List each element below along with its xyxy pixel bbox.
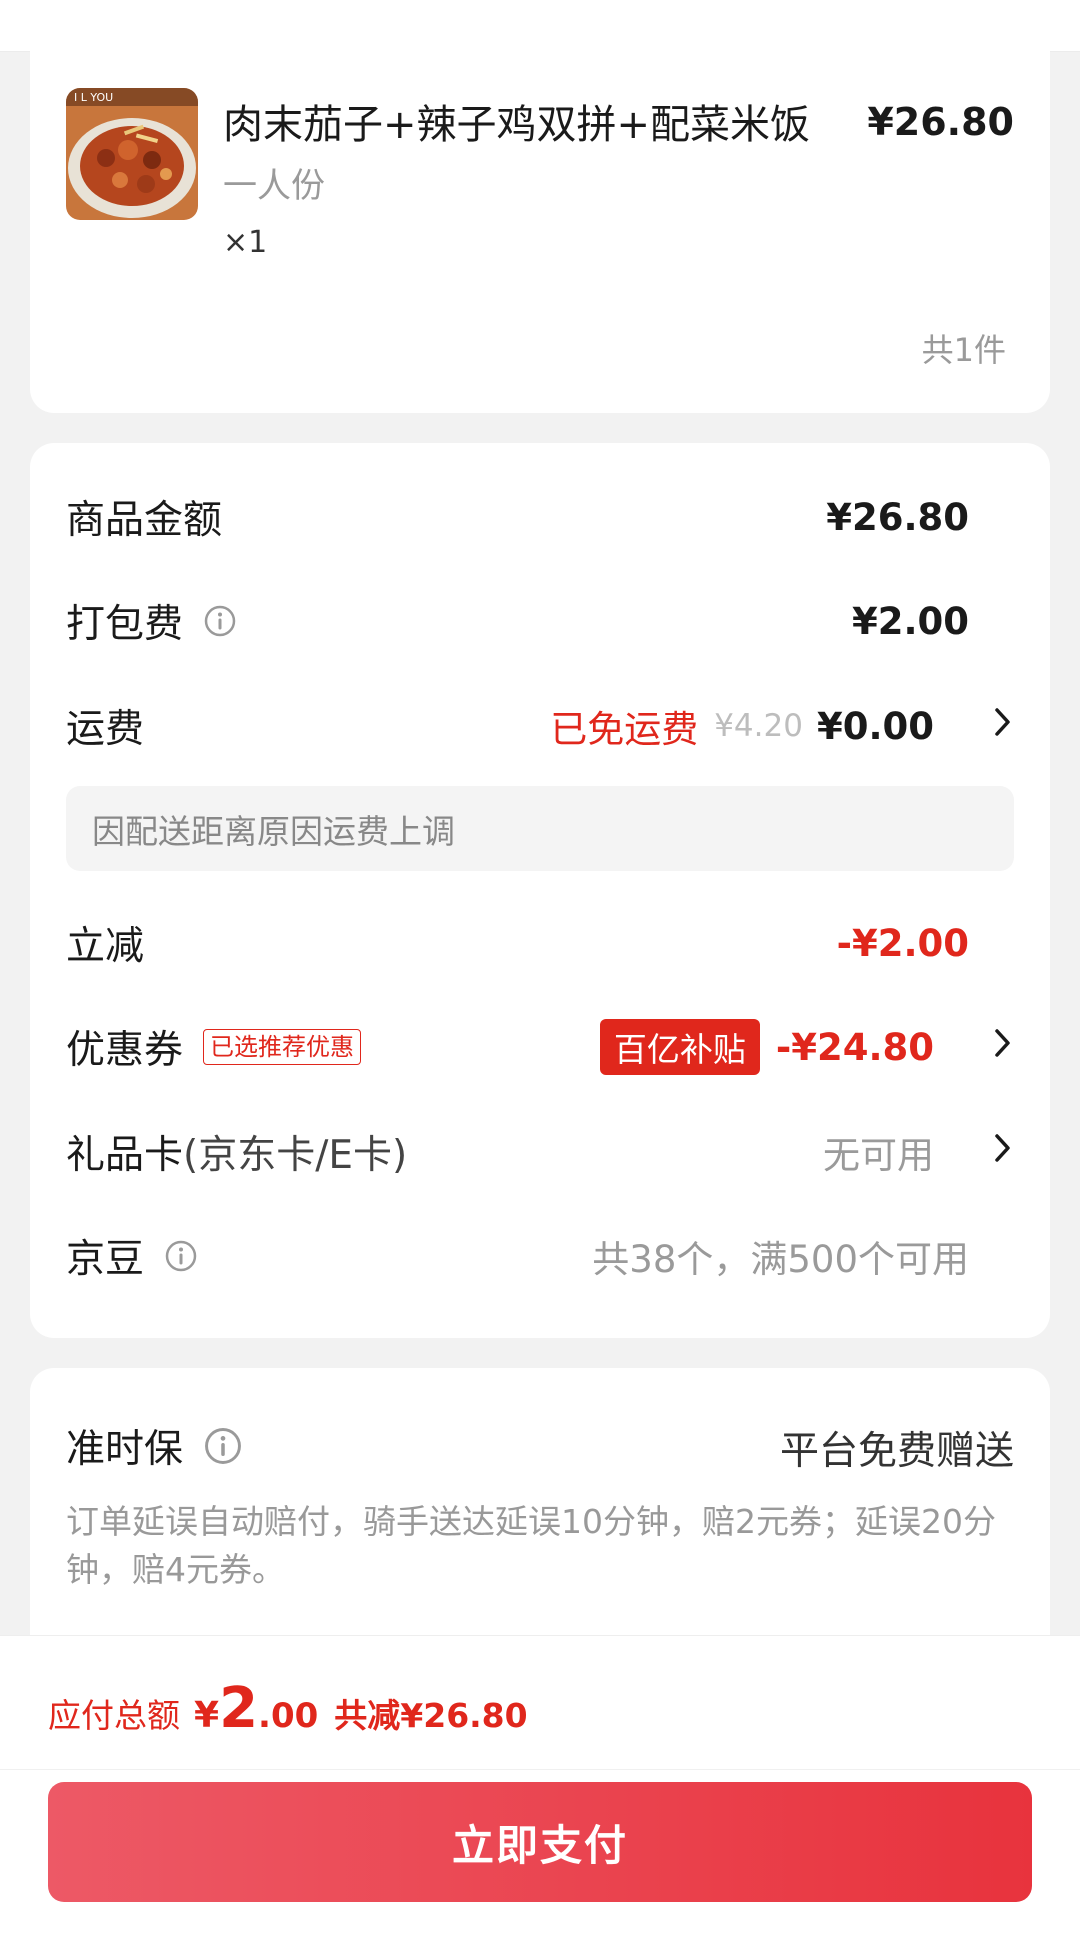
goods-amount-value: ¥26.80 (826, 495, 969, 539)
total-amount-line: 应付总额 ¥ 2 .00 共减¥26.80 (48, 1676, 528, 1741)
gift-card-value: 无可用 (823, 1134, 934, 1177)
info-icon[interactable] (164, 1239, 198, 1273)
packing-fee-label: 打包费 (66, 602, 184, 647)
chevron-right-icon[interactable] (992, 1025, 1014, 1069)
shipping-note: 因配送距离原因运费上调 (66, 786, 1014, 871)
info-icon[interactable] (203, 604, 237, 638)
gift-card-sublabel: (京东卡/E卡) (183, 1133, 408, 1178)
total-integer: 2 (219, 1676, 259, 1741)
instant-discount-value: -¥2.00 (836, 921, 969, 965)
product-spec: 一人份 (223, 166, 325, 206)
jd-beans-row: 京豆 共38个，满500个可用 (66, 1226, 1014, 1286)
shipping-fee-row[interactable]: 运费 已免运费 ¥4.20 ¥0.00 (66, 696, 1014, 756)
coupon-label: 优惠券 (66, 1028, 184, 1073)
shipping-fee-value: ¥0.00 (816, 704, 934, 748)
total-label: 应付总额 (48, 1696, 180, 1735)
product-image: I L YOU (66, 88, 198, 220)
coupon-row[interactable]: 优惠券 已选推荐优惠 百亿补贴 -¥24.80 (66, 1017, 1014, 1077)
product-name: 肉末茄子+辣子鸡双拼+配菜米饭 (223, 102, 811, 148)
goods-amount-row: 商品金额 ¥26.80 (66, 487, 1014, 547)
shipping-fee-label: 运费 (66, 707, 145, 752)
ontime-description: 订单延误自动赔付，骑手送达延误10分钟，赔2元券；延误20分钟，赔4元券。 (66, 1502, 996, 1589)
product-quantity: ×1 (223, 225, 268, 260)
coupon-recommended-tag: 已选推荐优惠 (203, 1029, 362, 1065)
original-shipping-fee: ¥4.20 (714, 708, 803, 744)
bottom-pay-bar: 应付总额 ¥ 2 .00 共减¥26.80 立即支付 (0, 1635, 1080, 1937)
subsidy-badge: 百亿补贴 (599, 1019, 760, 1075)
packing-fee-value: ¥2.00 (851, 599, 969, 643)
ontime-gift-text: 平台免费赠送 (779, 1429, 1014, 1474)
jd-beans-label: 京豆 (66, 1237, 145, 1282)
total-decimal: .00 (258, 1696, 319, 1736)
thumbnail-text: I L YOU (74, 91, 113, 104)
packing-fee-row: 打包费 ¥2.00 (66, 591, 1014, 651)
gift-card-label: 礼品卡 (66, 1133, 184, 1178)
product-price: ¥26.80 (867, 100, 1014, 144)
total-savings: 共减¥26.80 (334, 1696, 528, 1735)
item-count: 共1件 (921, 331, 1006, 369)
instant-discount-label: 立减 (66, 924, 145, 969)
product-thumbnail[interactable]: I L YOU (66, 88, 198, 220)
chevron-right-icon[interactable] (992, 1130, 1014, 1174)
chevron-right-icon[interactable] (992, 704, 1014, 748)
product-card: I L YOU 肉末茄子+辣子鸡双拼+配菜米饭 一人份 ×1 ¥26.80 共1… (30, 40, 1050, 413)
total-currency: ¥ (194, 1695, 220, 1736)
divider (0, 1769, 1080, 1770)
jd-beans-value: 共38个，满500个可用 (592, 1238, 969, 1281)
ontime-title: 准时保 (66, 1427, 184, 1472)
instant-discount-row: 立减 -¥2.00 (66, 913, 1014, 973)
goods-amount-label: 商品金额 (66, 498, 223, 543)
pay-now-button[interactable]: 立即支付 (48, 1782, 1032, 1902)
info-icon[interactable] (203, 1426, 243, 1466)
free-shipping-tag: 已免运费 (550, 708, 699, 751)
price-details-card: 商品金额 ¥26.80 打包费 ¥2.00 运费 已免运费 ¥4.20 ¥0.0… (30, 443, 1050, 1338)
coupon-value: -¥24.80 (775, 1025, 934, 1069)
gift-card-row[interactable]: 礼品卡 (京东卡/E卡) 无可用 (66, 1122, 1014, 1182)
